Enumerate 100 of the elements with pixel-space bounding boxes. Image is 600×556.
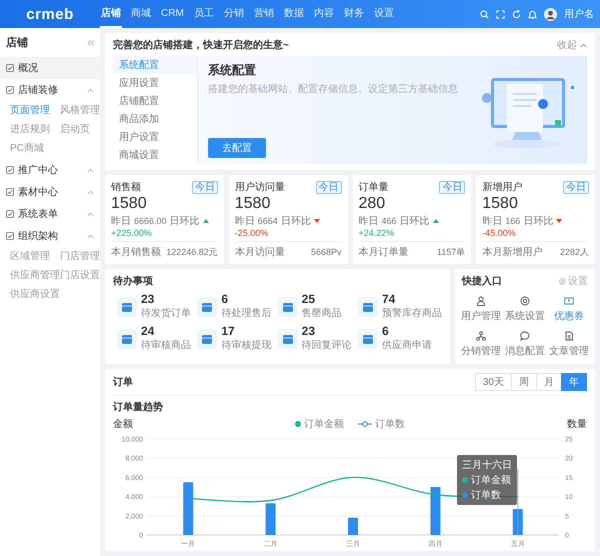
todo-count[interactable]: 23 <box>302 325 352 338</box>
logo[interactable]: crmeb <box>0 6 100 22</box>
bell-icon[interactable] <box>528 10 537 18</box>
month-label: 本月订单量 <box>358 246 408 259</box>
chevron-up-icon <box>87 212 94 216</box>
yesterday-label: 昨日 <box>358 215 378 228</box>
todo-count[interactable]: 25 <box>302 293 342 306</box>
todo-count[interactable]: 6 <box>382 325 432 338</box>
username[interactable]: 用户名 <box>564 7 594 21</box>
chevron-up-icon <box>87 88 94 92</box>
submenu-item[interactable]: 页面管理 <box>10 101 60 119</box>
gear-icon <box>520 296 530 306</box>
configure-button[interactable]: 去配置 <box>208 138 266 158</box>
step-tab[interactable]: 店铺配置 <box>113 92 197 110</box>
chart-bar <box>512 509 523 535</box>
menu-item[interactable]: 组织架构 <box>0 225 100 247</box>
nav-tab[interactable]: 店铺 <box>100 0 122 28</box>
menu-item[interactable]: 概况 <box>0 57 100 79</box>
stat-value: 1580 <box>482 195 519 213</box>
shortcut-item[interactable]: 分销管理 <box>459 329 503 360</box>
square-icon <box>6 210 14 218</box>
settings-link[interactable]: 设置 <box>559 274 588 288</box>
chevron-up-icon <box>87 190 94 194</box>
line-marker-icon <box>358 421 372 427</box>
panel-description: 搭建您的基础网站、配置存储信息、设定第三方基础信息 <box>208 82 458 96</box>
chat-icon <box>520 331 530 341</box>
nav-tab[interactable]: 内容 <box>312 0 335 28</box>
square-icon <box>6 166 14 174</box>
change-value: +24.22% <box>358 228 394 238</box>
nav-tab[interactable]: 设置 <box>372 0 395 28</box>
change-value: -25.00% <box>234 228 268 238</box>
document-icon <box>564 331 574 341</box>
step-tab[interactable]: 应用设置 <box>113 74 197 92</box>
avatar-icon[interactable] <box>544 8 557 20</box>
panel-title: 系统配置 <box>208 62 257 79</box>
shortcut-item[interactable]: 文章管理 <box>547 329 591 360</box>
search-icon[interactable] <box>480 10 489 18</box>
square-icon <box>6 232 14 240</box>
step-tab[interactable]: 系统配置 <box>113 56 197 74</box>
todo-count[interactable]: 6 <box>221 293 272 306</box>
box-icon <box>117 296 137 316</box>
range-tab[interactable]: 30天 <box>474 373 512 391</box>
nav-tab[interactable]: 营销 <box>252 0 275 28</box>
nav-tab[interactable]: 分销 <box>222 0 245 28</box>
menu-item[interactable]: 店铺装修 <box>0 79 100 101</box>
todo-count[interactable]: 24 <box>141 325 191 338</box>
shortcut-item[interactable]: 消息配置 <box>503 329 547 360</box>
quick-title: 快捷入口 <box>462 274 502 288</box>
menu-item[interactable]: 推广中心 <box>0 159 100 181</box>
yesterday-label: 昨日 <box>111 215 131 228</box>
chevron-up-icon <box>87 168 94 172</box>
legend-label: 订单数 <box>375 418 405 431</box>
month-label: 本月访问量 <box>234 246 285 259</box>
step-tab[interactable]: 商城设置 <box>113 146 197 164</box>
nav-tab[interactable]: 数据 <box>282 0 305 28</box>
today-badge: 今日 <box>563 180 589 194</box>
user-icon <box>476 296 486 306</box>
nav-tab[interactable]: CRM <box>160 0 185 28</box>
range-tab[interactable]: 年 <box>561 373 587 391</box>
step-tab[interactable]: 商品添加 <box>113 110 197 128</box>
submenu-item[interactable]: 门店管理 <box>60 247 104 265</box>
yesterday-label: 昨日 <box>234 215 255 228</box>
nav-tab[interactable]: 员工 <box>192 0 215 28</box>
todo-count[interactable]: 23 <box>141 293 191 306</box>
todo-count[interactable]: 74 <box>382 293 442 306</box>
menu-item[interactable]: 素材中心 <box>0 181 100 203</box>
nav-tab[interactable]: 商城 <box>130 0 152 28</box>
fullscreen-icon[interactable] <box>496 10 505 18</box>
todo-label: 售罄商品 <box>302 306 342 320</box>
shortcut-item[interactable]: 用户管理 <box>459 294 503 325</box>
submenu-item[interactable]: 风格管理 <box>60 101 104 119</box>
box-icon <box>197 296 218 316</box>
submenu-item[interactable]: 进店规则 <box>10 120 60 138</box>
chart-bar <box>266 503 276 535</box>
axis-title: 数量 <box>567 418 587 431</box>
range-tab[interactable]: 周 <box>511 373 537 391</box>
collapse-icon[interactable] <box>87 40 94 46</box>
guide-title: 完善您的店铺搭建，快速开启您的生意~ <box>113 38 289 52</box>
nav-tab[interactable]: 财务 <box>342 0 365 28</box>
collapse-button[interactable]: 收起 <box>557 38 587 52</box>
menu-item[interactable]: 系统表单 <box>0 203 100 225</box>
shortcut-item[interactable]: 系统设置 <box>503 294 547 325</box>
step-tab[interactable]: 用户设置 <box>113 128 197 146</box>
todo-label: 供应商申请 <box>382 338 432 352</box>
box-icon <box>358 328 378 348</box>
todo-title: 待办事项 <box>113 274 154 288</box>
submenu-item[interactable]: 启动页 <box>60 120 104 138</box>
settings-icon <box>559 278 566 284</box>
submenu-item[interactable]: PC商城 <box>10 139 60 157</box>
ticket-icon <box>564 296 574 306</box>
submenu-item[interactable]: 供应商管理 <box>10 266 60 284</box>
submenu-item[interactable]: 供应商设置 <box>10 285 60 303</box>
range-tab[interactable]: 月 <box>536 373 562 391</box>
submenu-item[interactable]: 门店设置 <box>60 266 104 284</box>
refresh-icon[interactable] <box>512 10 521 18</box>
todo-count[interactable]: 17 <box>221 325 272 338</box>
todo-label: 待处理售后 <box>221 306 272 320</box>
submenu-item[interactable]: 区域管理 <box>10 247 60 265</box>
stat-value: 1580 <box>234 195 272 213</box>
shortcut-item[interactable]: 优惠券 <box>547 294 591 325</box>
